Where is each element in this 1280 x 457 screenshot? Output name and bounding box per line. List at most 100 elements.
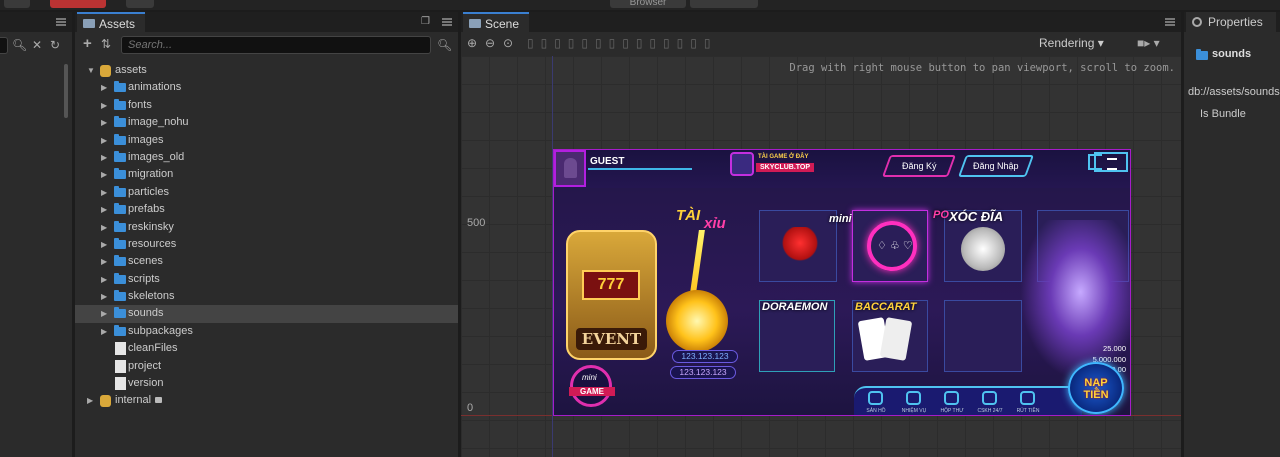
collapse-arrow-icon[interactable]: ▶ bbox=[101, 79, 107, 96]
scene-viewport[interactable]: Drag with right mouse button to pan view… bbox=[461, 56, 1181, 457]
folder-icon bbox=[83, 19, 95, 28]
zoom-in-icon[interactable]: ⊕ bbox=[467, 36, 477, 50]
add-icon[interactable]: + bbox=[83, 36, 92, 51]
collapse-arrow-icon[interactable]: ▶ bbox=[101, 114, 107, 131]
window-icon[interactable]: ❐ bbox=[421, 15, 430, 29]
bottom-menu-item[interactable]: RÚT TIỀN bbox=[1010, 388, 1046, 415]
collapse-arrow-icon[interactable]: ▶ bbox=[101, 132, 107, 149]
tab-properties[interactable]: Properties bbox=[1186, 12, 1276, 33]
deposit-button[interactable]: NẠP TIỀN bbox=[1068, 362, 1124, 414]
hierarchy-search-input[interactable] bbox=[0, 37, 8, 54]
tree-item-file[interactable]: project bbox=[75, 358, 458, 375]
collapse-arrow-icon[interactable]: ▶ bbox=[101, 97, 107, 114]
collapse-arrow-icon[interactable]: ▶ bbox=[101, 305, 107, 322]
asset-tree: ▼ assets ▶ animations ▶ fonts ▶ image_nohu ▶ im… bbox=[75, 62, 458, 410]
search-icon[interactable]: 🔍︎ bbox=[437, 38, 452, 52]
avatar[interactable] bbox=[554, 150, 586, 187]
tree-item-folder[interactable]: ▶ particles bbox=[75, 184, 458, 201]
collapse-arrow-icon[interactable]: ▶ bbox=[101, 166, 107, 183]
scrollbar[interactable] bbox=[64, 64, 68, 118]
folder-icon bbox=[114, 150, 126, 162]
game-card-baccarat[interactable]: BACCARAT bbox=[852, 300, 928, 372]
tree-item-internal[interactable]: ▶ internal bbox=[75, 392, 458, 409]
collapse-arrow-icon[interactable]: ▶ bbox=[101, 288, 107, 305]
sort-icon[interactable]: ⇅ bbox=[101, 37, 111, 51]
event-label: EVENT bbox=[576, 328, 647, 350]
preview-button[interactable] bbox=[690, 0, 758, 8]
tree-item-file[interactable]: version bbox=[75, 375, 458, 392]
tree-item-file[interactable]: cleanFiles bbox=[75, 340, 458, 357]
bottom-menu-item[interactable]: NHIỆM VỤ bbox=[896, 388, 932, 415]
tree-item-folder[interactable]: ▶ images_old bbox=[75, 149, 458, 166]
tree-item-folder[interactable]: ▶ migration bbox=[75, 166, 458, 183]
game-card-xocdia[interactable]: PO XÓC ĐĨA bbox=[933, 209, 1022, 282]
login-button[interactable]: Đăng Nhập bbox=[957, 155, 1035, 177]
tree-item-folder[interactable]: ▶ sounds bbox=[75, 305, 458, 323]
tree-item-folder[interactable]: ▶ fonts bbox=[75, 97, 458, 114]
collapse-arrow-icon[interactable]: ▶ bbox=[101, 271, 107, 288]
menu-icon[interactable] bbox=[1165, 18, 1175, 26]
game-card-mini-poker[interactable]: mini ♢ ♧ ♡ bbox=[829, 210, 928, 282]
bottom-menu-item[interactable]: HỘP THƯ bbox=[934, 388, 970, 415]
collapse-arrow-icon[interactable]: ▶ bbox=[87, 392, 93, 409]
align-tools[interactable]: ▯▯▯▯▯▯▯▯▯▯▯▯▯▯ bbox=[527, 36, 717, 50]
collapse-arrow-icon[interactable]: ▶ bbox=[101, 149, 107, 166]
slot-reel: 777 bbox=[582, 270, 640, 300]
menu-item-label: HỘP THƯ bbox=[940, 408, 964, 414]
tree-item-assets[interactable]: ▼ assets bbox=[75, 62, 458, 79]
asset-path: db://assets/sounds bbox=[1188, 86, 1280, 98]
menu-icon[interactable] bbox=[56, 18, 66, 26]
hamburger-menu-icon[interactable] bbox=[1094, 152, 1128, 172]
folder-icon bbox=[114, 290, 126, 302]
tree-item-folder[interactable]: ▶ reskinsky bbox=[75, 219, 458, 236]
collapse-arrow-icon[interactable]: ▶ bbox=[101, 201, 107, 218]
bottom-menu-item[interactable]: SẢN HỒ bbox=[858, 388, 894, 415]
register-button[interactable]: Đăng Ký bbox=[881, 155, 957, 177]
camera-icon[interactable]: ■▸ ▾ bbox=[1137, 36, 1160, 50]
collapse-arrow-icon[interactable]: ▶ bbox=[101, 253, 107, 270]
tree-item-folder[interactable]: ▶ skeletons bbox=[75, 288, 458, 305]
collapse-arrow-icon[interactable]: ▶ bbox=[101, 184, 107, 201]
taixiu-orb[interactable] bbox=[666, 290, 728, 352]
game-card-fish[interactable] bbox=[944, 300, 1022, 372]
game-card-mini-robot[interactable] bbox=[759, 210, 837, 282]
viewport-hint: Drag with right mouse button to pan view… bbox=[789, 62, 1175, 74]
rendering-dropdown[interactable]: Rendering ▾ bbox=[1039, 36, 1104, 50]
tree-item-folder[interactable]: ▶ scripts bbox=[75, 271, 458, 288]
zoom-out-icon[interactable]: ⊖ bbox=[485, 36, 495, 50]
deposit-label: TIỀN bbox=[1083, 389, 1109, 401]
collapse-arrow-icon[interactable]: ▶ bbox=[101, 219, 107, 236]
poker-ring-icon: ♢ ♧ ♡ bbox=[867, 221, 917, 271]
browser-select[interactable]: Browser bbox=[610, 0, 686, 8]
tab-assets[interactable]: Assets bbox=[77, 12, 146, 33]
collapse-arrow-icon[interactable]: ▶ bbox=[101, 323, 107, 340]
tab-scene[interactable]: Scene bbox=[463, 12, 530, 33]
tree-item-folder[interactable]: ▶ animations bbox=[75, 79, 458, 96]
minigame-button[interactable]: mini GAME bbox=[556, 365, 628, 415]
menu-icon[interactable] bbox=[442, 18, 452, 26]
tree-item-folder[interactable]: ▶ scenes bbox=[75, 253, 458, 270]
expand-arrow-icon[interactable]: ▼ bbox=[87, 62, 95, 79]
register-label: Đăng Ký bbox=[901, 161, 937, 171]
collapse-arrow-icon[interactable]: ▶ bbox=[101, 236, 107, 253]
assets-search-input[interactable] bbox=[121, 36, 431, 54]
tree-item-folder[interactable]: ▶ image_nohu bbox=[75, 114, 458, 131]
tree-item-folder[interactable]: ▶ images bbox=[75, 132, 458, 149]
tree-item-folder[interactable]: ▶ subpackages bbox=[75, 323, 458, 340]
game-card-doraemon[interactable]: DORAEMON bbox=[759, 300, 835, 372]
search-icon[interactable]: 🔍︎ bbox=[12, 38, 27, 52]
toolbar-button[interactable] bbox=[126, 0, 154, 8]
tree-item-label: particles bbox=[128, 185, 169, 198]
game-canvas[interactable]: GUEST TÀI GAME Ở ĐÂY SKYCLUB.TOP Đăng Ký… bbox=[553, 149, 1131, 416]
game-logo: TÀI GAME Ở ĐÂY SKYCLUB.TOP bbox=[730, 152, 818, 178]
refresh-icon[interactable]: ↻ bbox=[50, 38, 60, 52]
bottom-menu-item[interactable]: CSKH 24/7 bbox=[972, 388, 1008, 415]
play-controls[interactable] bbox=[50, 0, 106, 8]
zoom-reset-icon[interactable]: ⊙ bbox=[503, 36, 513, 50]
tree-item-folder[interactable]: ▶ resources bbox=[75, 236, 458, 253]
toolbar-button[interactable] bbox=[4, 0, 30, 8]
collapse-icon[interactable]: ✕ bbox=[32, 38, 42, 52]
tree-item-folder[interactable]: ▶ prefabs bbox=[75, 201, 458, 218]
event-slot-machine[interactable]: 777 EVENT bbox=[566, 230, 657, 360]
menu-item-icon bbox=[906, 391, 921, 405]
